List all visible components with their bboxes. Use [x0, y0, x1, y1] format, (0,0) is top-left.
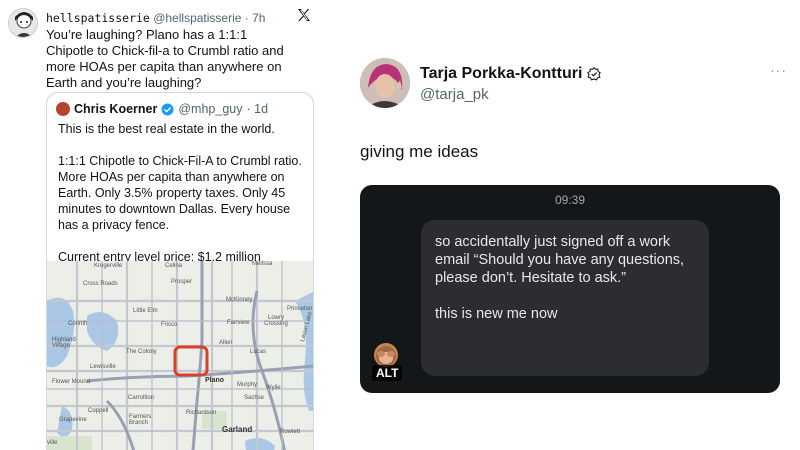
see-no-evil-monkey-icon	[374, 343, 398, 367]
map-label: Cross Roads	[83, 281, 118, 287]
map-label: Grapevine	[59, 417, 87, 423]
map-label: Melissa	[252, 261, 273, 267]
user-handle[interactable]: @hellspatisserie	[153, 11, 241, 25]
map-label: Rowlett	[280, 429, 301, 435]
attached-image[interactable]: 09:39 so accidentally just signed off a …	[360, 185, 780, 393]
quote-avatar[interactable]	[56, 102, 70, 116]
map-label: Carrollton	[128, 395, 155, 401]
map-label: Coppell	[88, 408, 109, 414]
map-label: Plano	[205, 377, 225, 384]
map-label: Celina	[165, 263, 183, 269]
quoted-post[interactable]: Chris Koerner @mhp_guy · 1d This is the …	[46, 92, 314, 450]
map-roads	[47, 261, 313, 450]
map-label: Garland	[222, 425, 253, 434]
map-label: Highland Village	[52, 337, 76, 349]
map-label: Allen	[219, 340, 233, 346]
user-handle[interactable]: @tarja_pk	[420, 86, 489, 103]
map-label: Wylie	[266, 385, 281, 391]
x-logo-icon	[298, 9, 310, 21]
map-label: Prosper	[171, 279, 193, 285]
quote-handle[interactable]: @mhp_guy	[178, 102, 242, 116]
quote-time[interactable]: · 1d	[246, 102, 268, 116]
map-label: Sachse	[244, 395, 265, 401]
map-label: Frisco	[161, 322, 178, 328]
post-header: hellspatisserie @hellspatisserie · 7h	[46, 11, 265, 25]
map-image[interactable]: Krugerville Melissa Cross Roads Prosper …	[47, 261, 313, 450]
user-avatar[interactable]	[8, 8, 38, 38]
message-text: so accidentally just signed off a work e…	[435, 233, 703, 341]
message-paragraph: so accidentally just signed off a work e…	[435, 234, 685, 286]
map-label: Lucas	[250, 349, 267, 355]
map-label: Flower Mound	[52, 379, 91, 385]
map-label: Murphy	[237, 382, 258, 388]
verified-badge-icon	[587, 67, 602, 81]
post-text: You’re laughing? Plano has a 1:1:1 Chipo…	[46, 27, 284, 90]
left-post: hellspatisserie @hellspatisserie · 7h Yo…	[0, 0, 330, 450]
quote-paragraph: This is the best real estate in the worl…	[58, 122, 275, 136]
map-label: McKinney	[226, 297, 253, 303]
right-post: Tarja Porkka-Kontturi @tarja_pk ··· givi…	[330, 0, 800, 450]
user-avatar[interactable]	[360, 58, 410, 108]
map-label: ville	[47, 440, 58, 446]
message-paragraph: this is new me now	[435, 306, 558, 322]
display-name[interactable]: Tarja Porkka-Kontturi	[420, 65, 582, 83]
map-label: The Colony	[126, 349, 157, 355]
quote-text: This is the best real estate in the worl…	[58, 121, 308, 281]
quote-display-name[interactable]: Chris Koerner	[74, 102, 157, 116]
map-label: Farmers Branch	[129, 414, 152, 426]
verified-badge-icon	[161, 103, 174, 115]
post-text: giving me ideas	[360, 142, 479, 161]
map-label: Corinth	[68, 321, 88, 327]
map-label: Little Elm	[133, 308, 158, 314]
display-name[interactable]: hellspatisserie	[46, 11, 150, 25]
map-label: Fairview	[227, 320, 250, 326]
message-bubble: so accidentally just signed off a work e…	[421, 220, 709, 376]
quote-paragraph: 1:1:1 Chipotle to Chick-Fil-A to Crumbl …	[58, 154, 302, 232]
alt-badge[interactable]: ALT	[372, 365, 403, 381]
map-label: Lewisville	[90, 364, 116, 370]
map-label: Richardson	[186, 410, 217, 416]
map-label: Krugerville	[94, 263, 123, 269]
map-label: Lowry Crossing	[264, 315, 288, 327]
image-time: 09:39	[554, 193, 586, 207]
post-time[interactable]: · 7h	[245, 11, 266, 25]
display-name-row: Tarja Porkka-Kontturi	[420, 65, 602, 83]
quote-header: Chris Koerner @mhp_guy · 1d	[56, 102, 268, 116]
more-options-icon[interactable]: ···	[770, 62, 787, 78]
